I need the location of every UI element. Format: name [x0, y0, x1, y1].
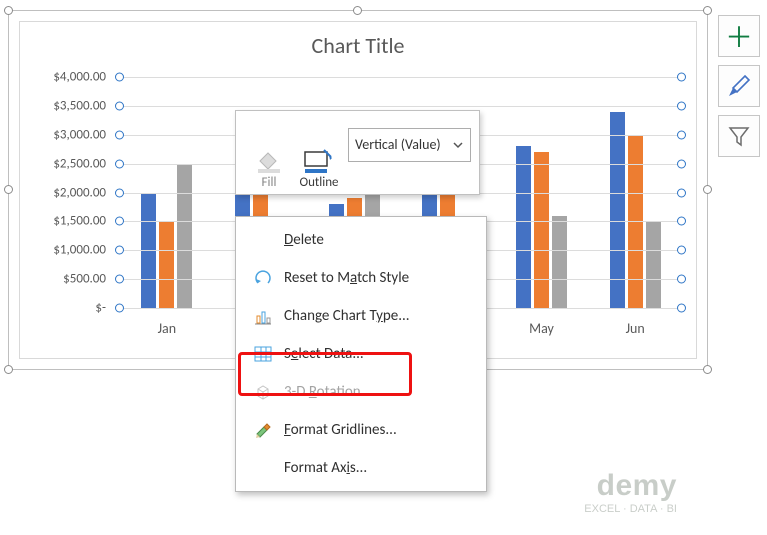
reset-icon: [248, 267, 278, 289]
bar[interactable]: [177, 164, 192, 308]
blank-icon: [248, 229, 278, 251]
resize-handle[interactable]: [353, 6, 362, 15]
chart-elements-button[interactable]: ＋: [718, 15, 760, 57]
axis-selection-point[interactable]: [677, 217, 686, 226]
axis-selection-point[interactable]: [115, 246, 124, 255]
axis-selection-point[interactable]: [677, 246, 686, 255]
chart-title[interactable]: Chart Title: [20, 22, 696, 59]
resize-handle[interactable]: [703, 365, 712, 374]
format-icon: [248, 419, 278, 441]
x-tick-label: May: [529, 320, 554, 337]
bar[interactable]: [516, 146, 531, 308]
axis-selection-point[interactable]: [115, 130, 124, 139]
y-tick-label: $2,500.00: [53, 156, 106, 171]
y-tick-label: $500.00: [63, 272, 106, 287]
y-tick-label: $3,500.00: [53, 98, 106, 113]
resize-handle[interactable]: [703, 185, 712, 194]
axis-selection-point[interactable]: [115, 188, 124, 197]
axis-selection-point[interactable]: [677, 130, 686, 139]
axis-selection-point[interactable]: [677, 159, 686, 168]
chart-side-buttons: ＋: [718, 15, 762, 165]
resize-handle[interactable]: [4, 185, 13, 194]
gridline[interactable]: [120, 106, 682, 107]
menu-format-gridlines[interactable]: Format Gridlines...: [238, 411, 484, 449]
y-tick-label: $-: [95, 301, 106, 316]
fill-button: Fill: [244, 117, 294, 190]
bar[interactable]: [646, 221, 661, 308]
menu-label: Format Axis...: [284, 459, 367, 477]
chevron-down-icon: [452, 139, 464, 151]
axis-selector-dropdown[interactable]: Vertical (Value): [348, 128, 471, 162]
watermark: demy EXCEL · DATA · BI: [584, 469, 677, 515]
axis-selection-point[interactable]: [115, 275, 124, 284]
y-tick-label: $4,000.00: [53, 70, 106, 85]
outline-label: Outline: [299, 175, 338, 190]
axis-selection-point[interactable]: [677, 304, 686, 313]
resize-handle[interactable]: [703, 6, 712, 15]
menu-3d-rotation: 3-D Rotation...: [238, 373, 484, 411]
fill-label: Fill: [262, 175, 277, 190]
menu-label: Reset to Match Style: [284, 269, 409, 287]
bar[interactable]: [159, 221, 174, 308]
resize-handle[interactable]: [4, 365, 13, 374]
axis-selection-point[interactable]: [115, 159, 124, 168]
menu-label: Delete: [284, 231, 324, 249]
chart-styles-button[interactable]: [718, 65, 760, 107]
outline-button[interactable]: Outline: [294, 117, 344, 190]
x-tick-label: Jan: [158, 320, 177, 337]
select-data-icon: [248, 343, 278, 365]
context-menu: Delete Reset to Match Style Change Chart…: [235, 216, 487, 492]
plus-icon: ＋: [725, 16, 753, 56]
menu-select-data[interactable]: Select Data...: [238, 335, 484, 373]
blank-icon: [248, 457, 278, 479]
menu-label: Format Gridlines...: [284, 421, 397, 439]
y-tick-label: $2,000.00: [53, 185, 106, 200]
y-tick-label: $3,000.00: [53, 127, 106, 142]
y-tick-label: $1,500.00: [53, 214, 106, 229]
axis-selection-point[interactable]: [115, 304, 124, 313]
funnel-icon: [727, 124, 751, 148]
axis-selection-point[interactable]: [115, 101, 124, 110]
y-axis[interactable]: $4,000.00$3,500.00$3,000.00$2,500.00$2,0…: [22, 77, 112, 308]
menu-format-axis[interactable]: Format Axis...: [238, 449, 484, 487]
menu-reset-style[interactable]: Reset to Match Style: [238, 259, 484, 297]
menu-label: 3-D Rotation...: [284, 383, 372, 401]
menu-delete[interactable]: Delete: [238, 221, 484, 259]
axis-selection-point[interactable]: [115, 73, 124, 82]
y-tick-label: $1,000.00: [53, 243, 106, 258]
axis-selector-value: Vertical (Value): [355, 136, 441, 153]
bar[interactable]: [534, 152, 549, 308]
menu-label: Change Chart Type...: [284, 307, 410, 325]
brush-icon: [726, 73, 752, 99]
x-tick-label: Jun: [626, 320, 645, 337]
cube-icon: [248, 381, 278, 403]
chart-type-icon: [248, 305, 278, 327]
axis-selection-point[interactable]: [677, 101, 686, 110]
menu-label: Select Data...: [284, 345, 364, 363]
fill-icon: [254, 141, 284, 175]
axis-selection-point[interactable]: [677, 188, 686, 197]
mini-toolbar: Fill Outline Vertical (Value): [235, 110, 480, 195]
menu-change-chart-type[interactable]: Change Chart Type...: [238, 297, 484, 335]
resize-handle[interactable]: [4, 6, 13, 15]
bar[interactable]: [552, 216, 567, 308]
gridline[interactable]: [120, 77, 682, 78]
chart-filter-button[interactable]: [718, 115, 760, 157]
outline-icon: [302, 141, 336, 175]
axis-selection-point[interactable]: [677, 275, 686, 284]
axis-selection-point[interactable]: [677, 73, 686, 82]
axis-selection-point[interactable]: [115, 217, 124, 226]
